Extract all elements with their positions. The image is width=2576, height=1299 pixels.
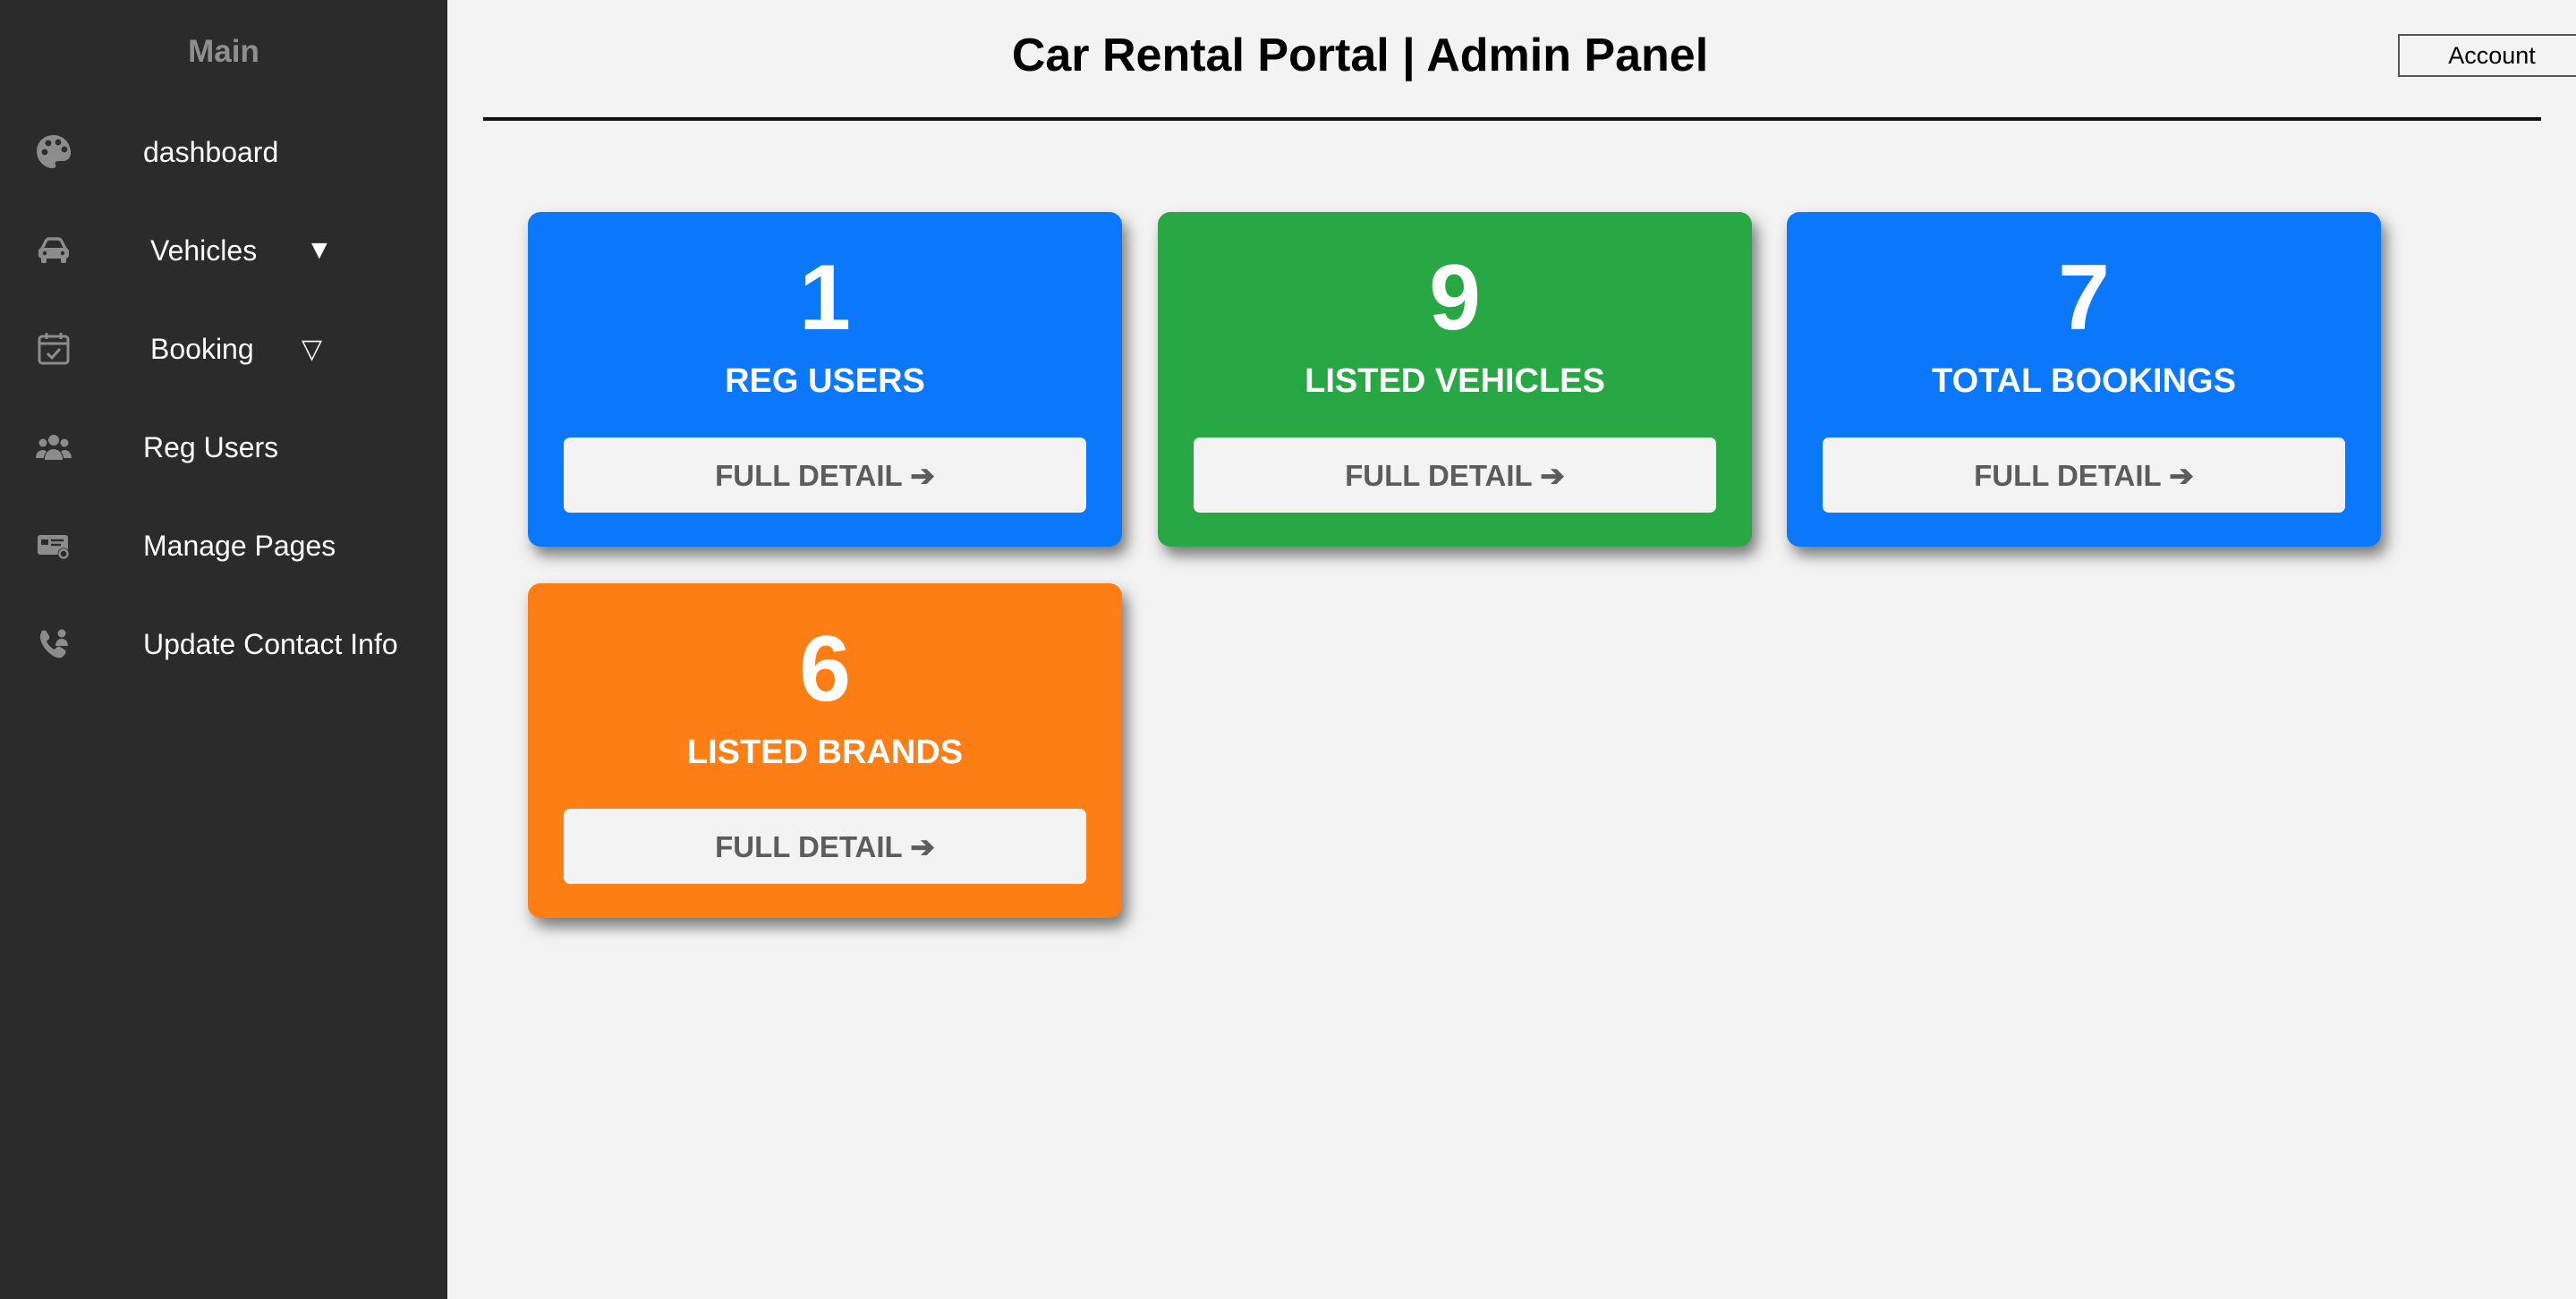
stat-card-listed-vehicles: 9 LISTED VEHICLES FULL DETAIL ➔ <box>1158 212 1752 547</box>
sidebar-item-label: Manage Pages <box>143 529 336 562</box>
account-button[interactable]: Account <box>2398 34 2576 77</box>
stat-value: 1 <box>799 246 851 350</box>
stat-label: TOTAL BOOKINGS <box>1932 362 2236 400</box>
full-detail-button[interactable]: FULL DETAIL ➔ <box>564 437 1086 513</box>
caret-down-icon[interactable]: ▼ <box>306 213 333 288</box>
sidebar-item-update-contact-info[interactable]: Update Contact Info <box>0 607 447 682</box>
car-icon <box>34 231 73 270</box>
sidebar-item-manage-pages[interactable]: Manage Pages <box>0 508 447 583</box>
stat-card-total-bookings: 7 TOTAL BOOKINGS FULL DETAIL ➔ <box>1787 212 2381 547</box>
header-divider <box>483 117 2541 121</box>
sidebar-title: Main <box>188 34 259 69</box>
full-detail-button[interactable]: FULL DETAIL ➔ <box>564 809 1086 884</box>
sidebar-item-label: dashboard <box>143 135 279 168</box>
sidebar-item-label: Reg Users <box>143 430 279 463</box>
caret-down-outline-icon[interactable]: ▽ <box>302 311 322 386</box>
stat-card-listed-brands: 6 LISTED BRANDS FULL DETAIL ➔ <box>528 583 1122 918</box>
sidebar-item-vehicles[interactable]: Vehicles ▼ <box>0 213 447 288</box>
stat-label: LISTED BRANDS <box>686 734 964 771</box>
sidebar-item-label: Vehicles <box>150 233 258 267</box>
page-title: Car Rental Portal | Admin Panel <box>1011 30 1709 81</box>
sidebar: Main dashboard Vehicles ▼ Booking ▽ Reg … <box>0 0 447 1299</box>
sidebar-item-dashboard[interactable]: dashboard <box>0 115 447 190</box>
sidebar-item-booking[interactable]: Booking ▽ <box>0 311 447 386</box>
sidebar-item-reg-users[interactable]: Reg Users <box>0 410 447 485</box>
stat-label: LISTED VEHICLES <box>1305 362 1605 400</box>
full-detail-button[interactable]: FULL DETAIL ➔ <box>1194 437 1716 513</box>
stat-value: 6 <box>799 617 851 721</box>
sidebar-item-label: Booking <box>150 332 254 365</box>
stat-value: 9 <box>1429 246 1481 350</box>
sidebar-item-label: Update Contact Info <box>143 627 398 660</box>
stat-card-reg-users: 1 REG USERS FULL DETAIL ➔ <box>528 212 1122 547</box>
stat-value: 7 <box>2058 246 2110 350</box>
stat-label: REG USERS <box>725 362 925 400</box>
full-detail-button[interactable]: FULL DETAIL ➔ <box>1823 437 2345 513</box>
palette-icon <box>34 132 73 172</box>
phone-user-icon <box>34 624 73 664</box>
users-icon <box>34 428 73 467</box>
calendar-check-icon <box>34 329 73 369</box>
id-card-gear-icon <box>34 526 73 565</box>
